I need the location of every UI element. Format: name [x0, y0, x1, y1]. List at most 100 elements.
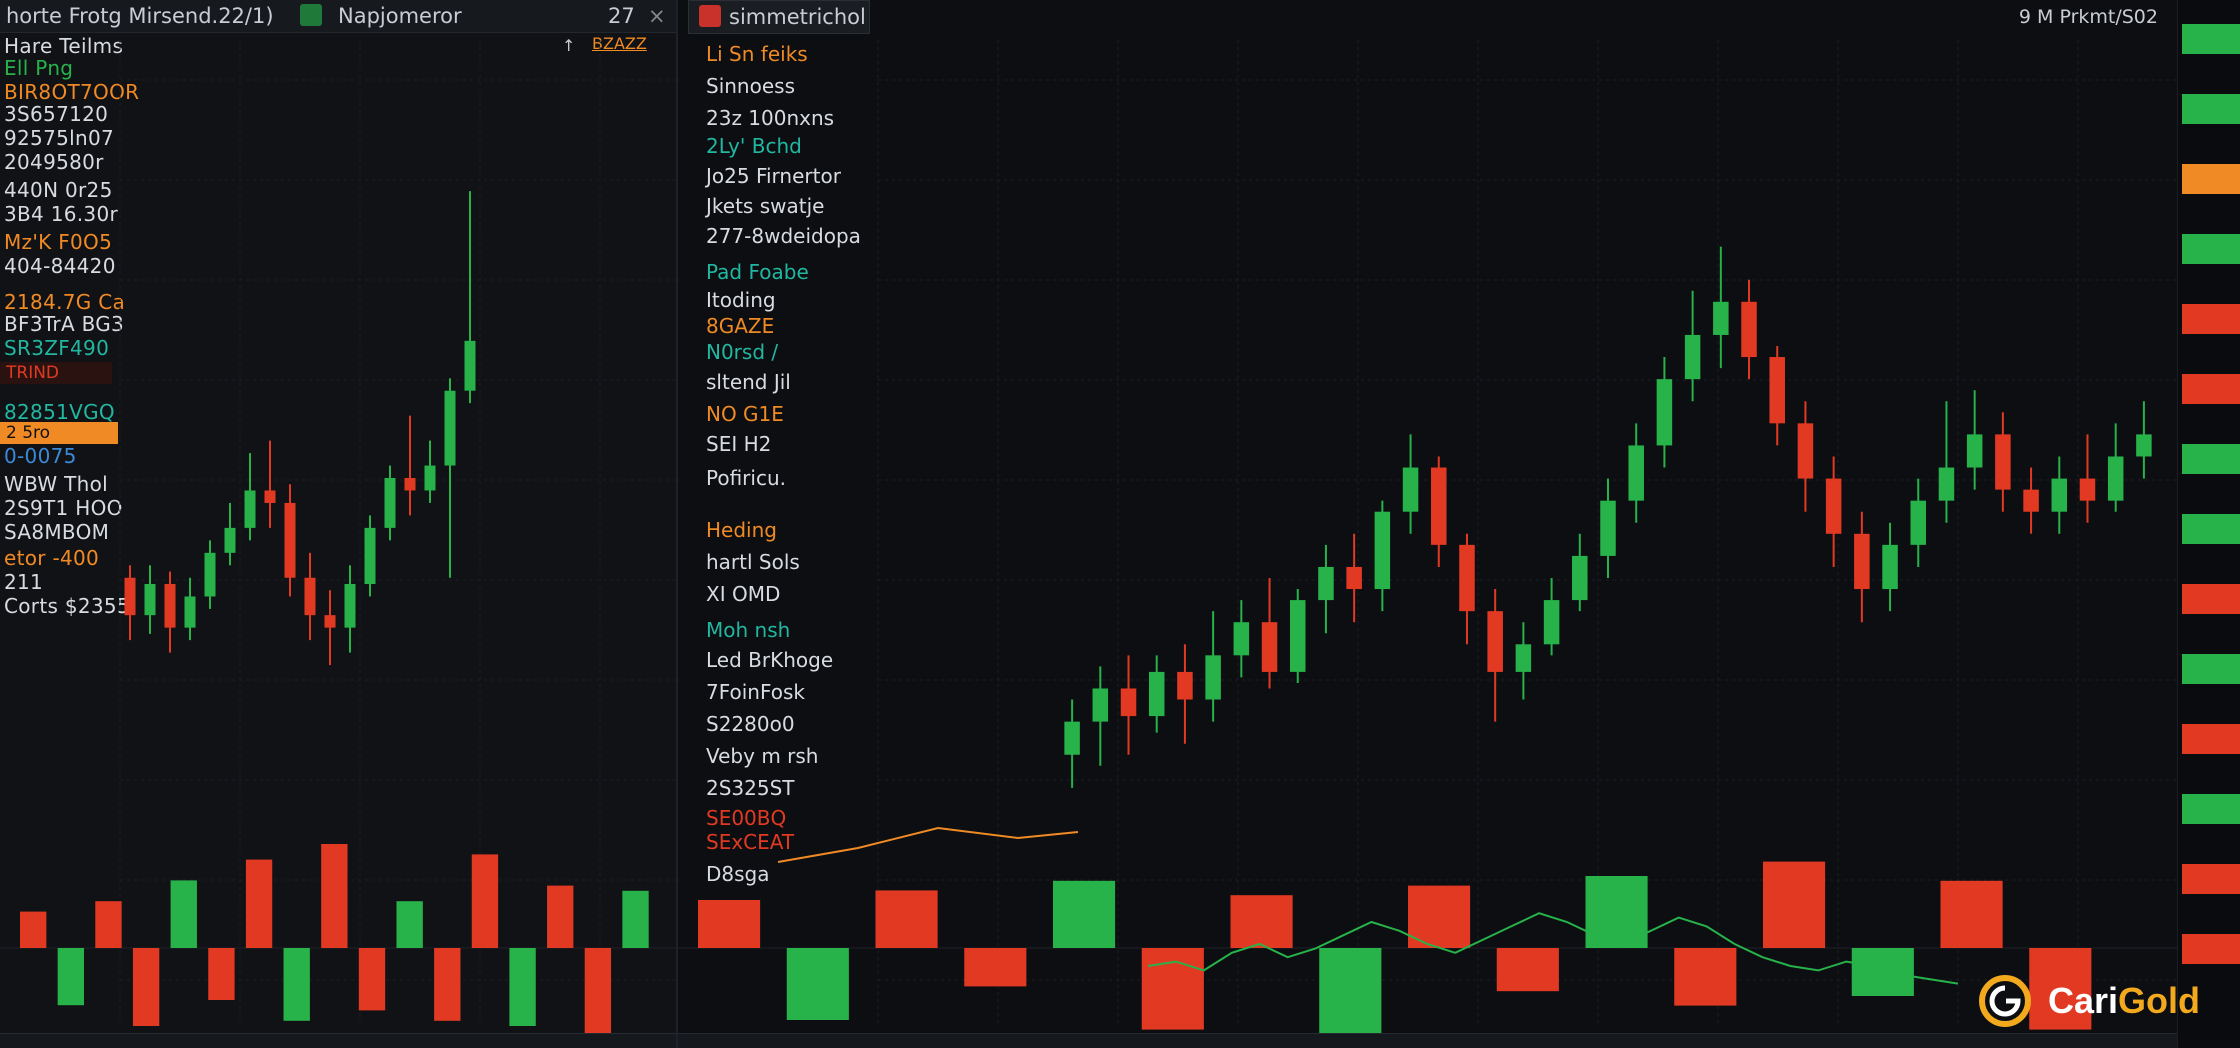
carigold-logo-icon [1979, 975, 2031, 1027]
left-row-15[interactable]: WBW Thol [4, 472, 108, 496]
main-sidebar-item-14[interactable]: Pofiricu. [706, 466, 786, 490]
left-volume-bar-0 [20, 911, 47, 948]
main-sidebar-item-16[interactable]: hartl Sols [706, 550, 800, 574]
left-row-3[interactable]: 3S657120 [4, 102, 108, 126]
main-sidebar-item-17[interactable]: XI OMD [706, 582, 780, 606]
main-candle-22 [1684, 334, 1701, 380]
price-tag-8[interactable] [2182, 584, 2240, 614]
tab-close-icon[interactable]: × [648, 4, 666, 28]
main-sidebar-item-15[interactable]: Heding [706, 518, 777, 542]
price-tag-13[interactable] [2182, 934, 2240, 964]
main-volume-bar-13 [1851, 948, 1914, 996]
left-row-19[interactable]: 211 [4, 570, 43, 594]
main-sidebar-item-8[interactable]: Itoding [706, 288, 776, 312]
left-row-1[interactable]: Ell Png [4, 56, 73, 80]
main-sidebar-item-24[interactable]: SE00BQ [706, 806, 786, 830]
left-volume-bar-9 [358, 948, 386, 1011]
left-badge-1[interactable]: 2 5ro [0, 422, 118, 444]
left-volume-bar-10 [396, 901, 423, 948]
main-sidebar-item-11[interactable]: sltend Jil [706, 370, 791, 394]
left-row-6[interactable]: 440N 0r25 [4, 178, 113, 202]
left-row-18[interactable]: etor -400 [4, 546, 99, 570]
main-sidebar-item-19[interactable]: Led BrKhoge [706, 648, 833, 672]
main-sidebar-item-20[interactable]: 7FoinFosk [706, 680, 805, 704]
main-sidebar-item-4[interactable]: Jo25 Firnertor [706, 164, 841, 188]
main-candle-6 [1233, 622, 1250, 656]
left-tab-bar: horte Frotg Mirsend.22/1) Napjomeror 27 … [0, 0, 676, 33]
left-row-5[interactable]: 2049580r [4, 150, 104, 174]
price-tag-3[interactable] [2182, 234, 2240, 264]
price-tag-1[interactable] [2182, 94, 2240, 124]
price-tag-0[interactable] [2182, 24, 2240, 54]
main-sidebar-item-10[interactable]: N0rsd / [706, 340, 778, 364]
left-row-20[interactable]: Corts $2355 [4, 594, 130, 618]
left-badge-0[interactable]: TRIND [0, 362, 112, 384]
arrow-up-icon[interactable]: ↑ [562, 36, 575, 55]
main-candle-35 [2051, 478, 2068, 512]
main-sidebar-item-1[interactable]: Sinnoess [706, 74, 795, 98]
price-axis[interactable] [2177, 0, 2240, 1048]
main-sidebar-item-7[interactable]: Pad Foabe [706, 260, 809, 284]
main-chart-panel: simmetrichol 9 M Prkmt/S02 Li Sn feiks Si… [678, 0, 2178, 1048]
left-row-11[interactable]: BF3TrA BG3 [4, 312, 124, 336]
main-candle-11 [1374, 511, 1391, 590]
price-tag-10[interactable] [2182, 724, 2240, 754]
main-sidebar-item-6[interactable]: 277-8wdeidopa [706, 224, 861, 248]
left-row-8[interactable]: Mz'K F0O5 [4, 230, 112, 254]
left-candle-2 [164, 584, 176, 628]
left-row-2[interactable]: BIR8OT7OOR [4, 80, 139, 104]
price-tag-5[interactable] [2182, 374, 2240, 404]
trend-line [777, 826, 1079, 863]
left-tab-title[interactable]: horte Frotg Mirsend.22/1) [6, 4, 274, 28]
left-row-7[interactable]: 3B4 16.30r [4, 202, 118, 226]
main-candle-21 [1656, 379, 1673, 446]
left-volume-bar-7 [283, 948, 310, 1021]
main-sidebar-item-2[interactable]: 23z 100nxns [706, 106, 834, 130]
left-row-16[interactable]: 2S9T1 HOO [4, 496, 123, 520]
main-sidebar-item-5[interactable]: Jkets swatje [706, 194, 824, 218]
main-sidebar-item-21[interactable]: S2280o0 [706, 712, 795, 736]
price-tag-6[interactable] [2182, 444, 2240, 474]
main-sidebar-item-13[interactable]: SEI H2 [706, 432, 771, 456]
main-candle-24 [1741, 301, 1757, 358]
main-candle-32 [1966, 434, 1983, 468]
left-volume-bar-6 [245, 859, 273, 948]
main-candle-33 [1995, 434, 2011, 490]
main-sidebar-item-18[interactable]: Moh nsh [706, 618, 790, 642]
main-sidebar-item-26[interactable]: D8sga [706, 862, 770, 886]
main-volume-bar-7 [1319, 948, 1382, 1044]
left-row-9[interactable]: 404-84420 [4, 254, 116, 278]
price-tag-12[interactable] [2182, 864, 2240, 894]
main-sidebar-item-9[interactable]: 8GAZE [706, 314, 774, 338]
left-volume-bar-16 [622, 890, 649, 948]
left-row-10[interactable]: 2184.7G Ca [4, 290, 125, 314]
main-candle-4 [1177, 671, 1193, 700]
main-tab[interactable]: simmetrichol [688, 0, 870, 34]
sub-action-link[interactable]: BZAZZ [592, 34, 647, 53]
main-sidebar-item-12[interactable]: NO G1E [706, 402, 784, 426]
price-tag-9[interactable] [2182, 654, 2240, 684]
main-candle-12 [1402, 467, 1419, 512]
indicator-icon[interactable] [300, 4, 322, 26]
main-candle-0 [1064, 721, 1080, 755]
main-sidebar-item-0[interactable]: Li Sn feiks [706, 42, 808, 66]
main-candle-9 [1318, 566, 1334, 601]
left-row-12[interactable]: SR3ZF490 [4, 336, 109, 360]
indicator-tab-label[interactable]: Napjomeror [338, 4, 462, 28]
price-tag-4[interactable] [2182, 304, 2240, 334]
main-sidebar-item-22[interactable]: Veby m rsh [706, 744, 818, 768]
left-row-13[interactable]: 82851VGQ [4, 400, 115, 424]
left-row-17[interactable]: SA8MBOM [4, 520, 109, 544]
left-candle-11 [344, 584, 356, 628]
main-sidebar-item-3[interactable]: 2Ly' Bchd [706, 134, 802, 158]
price-tag-7[interactable] [2182, 514, 2240, 544]
price-tag-11[interactable] [2182, 794, 2240, 824]
left-row-14[interactable]: 0-0075 [4, 444, 77, 468]
main-sidebar-item-23[interactable]: 2S325ST [706, 776, 795, 800]
left-row-0[interactable]: Hare Teilms [4, 34, 123, 58]
main-sidebar-item-25[interactable]: SExCEAT [706, 830, 794, 854]
price-tag-2[interactable] [2182, 164, 2240, 194]
main-candle-20 [1628, 445, 1644, 501]
left-row-4[interactable]: 92575ln07 [4, 126, 114, 150]
left-candle-16 [444, 390, 456, 466]
